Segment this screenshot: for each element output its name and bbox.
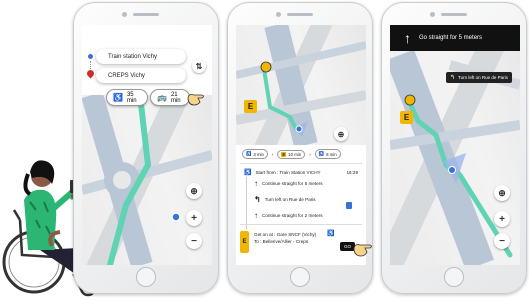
step-row: ↰ Turn left on Rue de Paris bbox=[254, 195, 316, 204]
start-row: ♿ Start from : Train Station VICHY bbox=[244, 169, 321, 176]
walk-option-button[interactable]: ♿ 35 min bbox=[106, 89, 148, 106]
bus-stop-letter: E bbox=[403, 113, 410, 122]
origin-dot-icon bbox=[88, 54, 93, 59]
phone-3: ↑ Go straight for 5 meters ↰ Turn left o… bbox=[381, 2, 527, 294]
turn-left-icon: ↰ bbox=[450, 75, 456, 81]
map-roads bbox=[236, 25, 366, 145]
walk-time: 35 min bbox=[126, 91, 137, 104]
minus-icon: − bbox=[191, 235, 197, 247]
navigation-banner: ↑ Go straight for 5 meters bbox=[390, 25, 520, 51]
front-camera bbox=[122, 12, 127, 17]
map[interactable] bbox=[236, 25, 366, 145]
front-camera bbox=[430, 12, 435, 17]
front-camera bbox=[276, 12, 281, 17]
arrow-up-icon: ↑ bbox=[254, 211, 258, 220]
bus-line-letter: E bbox=[281, 151, 287, 157]
step-text: Continue straight for 2 meters bbox=[262, 213, 323, 218]
walk-segment-2-time: 8 min bbox=[326, 151, 337, 157]
zoom-in-button[interactable]: + bbox=[186, 210, 202, 226]
itinerary-panel: ♿ 3 min › E 10 min › ♿ 8 min ♿ Start fro… bbox=[236, 145, 366, 265]
minus-icon: − bbox=[499, 235, 505, 247]
walk-segment-1: ♿ 3 min bbox=[242, 149, 268, 159]
wheelchair-icon: ♿ bbox=[327, 231, 335, 237]
start-label: Start from : Train Station VICHY bbox=[255, 170, 321, 175]
walk-segment-1-time: 3 min bbox=[253, 151, 264, 157]
phone-3-screen: ↑ Go straight for 5 meters ↰ Turn left o… bbox=[390, 25, 520, 265]
zoom-in-button[interactable]: + bbox=[494, 211, 510, 227]
bus-time: 21 min bbox=[170, 91, 181, 104]
home-button[interactable] bbox=[444, 267, 464, 287]
current-instruction: Go straight for 5 meters bbox=[419, 35, 483, 41]
phone-1-screen: Train station Vichy CREPS Vichy ⇅ ♿ 35 m… bbox=[82, 25, 212, 265]
turn-left-icon: ↰ bbox=[254, 195, 261, 204]
zoom-out-button[interactable]: − bbox=[494, 233, 510, 249]
destination-text: CREPS Vichy bbox=[108, 72, 145, 79]
destination-pin-icon bbox=[85, 68, 96, 79]
route-dots bbox=[90, 61, 91, 69]
divider bbox=[240, 163, 362, 164]
phone-1: Train station Vichy CREPS Vichy ⇅ ♿ 35 m… bbox=[73, 2, 219, 294]
origin-field[interactable]: Train station Vichy bbox=[96, 49, 186, 64]
wheelchair-icon: ♿ bbox=[113, 93, 123, 102]
recenter-button[interactable]: ⊕ bbox=[186, 183, 202, 199]
origin-text: Train station Vichy bbox=[108, 53, 158, 60]
get-on-direction: To : Bellerive/Allier - Creps bbox=[254, 239, 309, 244]
get-on-info: Get on at : Gare SNCF (Vichy) To : Belle… bbox=[254, 231, 316, 245]
wheelchair-icon: ♿ bbox=[244, 170, 252, 176]
speaker bbox=[287, 13, 313, 16]
plus-icon: + bbox=[499, 213, 505, 225]
step-text: Turn left on Rue de Paris bbox=[264, 197, 316, 202]
timeline-line bbox=[246, 177, 247, 229]
crosshair-icon: ⊕ bbox=[190, 185, 198, 196]
map-roads bbox=[390, 49, 520, 265]
arrow-up-icon: ↑ bbox=[254, 179, 258, 188]
plus-icon: + bbox=[191, 212, 197, 224]
zoom-out-button[interactable]: − bbox=[186, 233, 202, 249]
map-sign-icon bbox=[346, 202, 352, 209]
bus-line-letter: E bbox=[242, 239, 247, 245]
pointing-hand-icon bbox=[187, 94, 204, 106]
bus-stop-letter: E bbox=[247, 102, 254, 111]
destination-field[interactable]: CREPS Vichy bbox=[96, 68, 186, 83]
step-row: ↑ Continue straight for 5 meters bbox=[254, 179, 323, 188]
bus-stop-marker: E bbox=[244, 100, 257, 113]
wheelchair-icon: ♿ bbox=[246, 151, 252, 156]
swap-button[interactable]: ⇅ bbox=[192, 59, 206, 73]
get-on-stop: Get on at : Gare SNCF (Vichy) bbox=[254, 232, 317, 237]
crosshair-icon: ⊕ bbox=[498, 187, 506, 198]
arrow-up-icon: ↑ bbox=[404, 30, 411, 46]
bus-segment: E 10 min bbox=[277, 149, 306, 159]
crosshair-icon: ⊕ bbox=[337, 129, 345, 139]
walk-segment-2: ♿ 8 min bbox=[314, 149, 341, 159]
arrow-right-icon: › bbox=[271, 151, 274, 157]
swap-vertical-icon: ⇅ bbox=[195, 61, 203, 71]
step-row: ↑ Continue straight for 2 meters bbox=[254, 211, 323, 220]
recenter-button[interactable]: ⊕ bbox=[494, 185, 510, 201]
home-button[interactable] bbox=[136, 267, 156, 287]
next-instruction: Turn left on Rue de Paris bbox=[458, 75, 508, 80]
map[interactable] bbox=[390, 25, 520, 265]
bus-stop-marker: E bbox=[400, 111, 413, 124]
start-time: 16:29 bbox=[346, 170, 359, 175]
speaker bbox=[133, 13, 159, 16]
pointing-hand-icon bbox=[353, 244, 372, 257]
go-label: GO bbox=[343, 244, 351, 249]
bus-option-button[interactable]: 🚌 21 min bbox=[150, 89, 190, 106]
speaker bbox=[441, 13, 467, 16]
wheelchair-icon: ♿ bbox=[318, 151, 325, 156]
home-button[interactable] bbox=[290, 267, 310, 287]
phone-2-screen: E ⊕ ♿ 3 min › E 10 min › ♿ 8 min ♿ Start… bbox=[236, 25, 366, 265]
next-instruction-banner: ↰ Turn left on Rue de Paris bbox=[446, 72, 512, 83]
bus-line-badge: E bbox=[240, 231, 249, 253]
bus-icon: 🚌 bbox=[157, 93, 167, 102]
itinerary-summary: ♿ 3 min › E 10 min › ♿ 8 min bbox=[242, 149, 341, 159]
divider bbox=[240, 224, 362, 225]
bus-segment-time: 10 min bbox=[288, 151, 302, 157]
arrow-right-icon: › bbox=[309, 151, 311, 157]
step-text: Continue straight for 5 meters bbox=[262, 181, 323, 186]
recenter-button[interactable]: ⊕ bbox=[334, 127, 348, 141]
